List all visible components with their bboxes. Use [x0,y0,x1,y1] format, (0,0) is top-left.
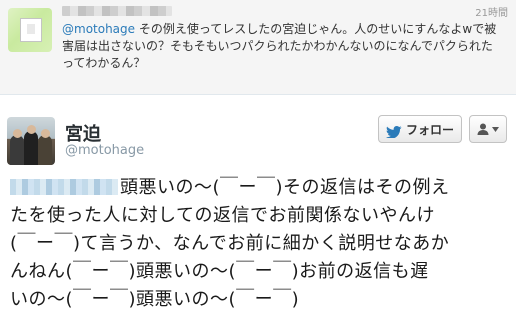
reply-mention-link[interactable]: @motohage [62,22,135,36]
screen-name[interactable]: @motohage [65,143,144,158]
avatar-head [27,125,36,134]
tweet-text: 頭悪いの～(￣ー￣)その返信はその例え たを使った人に対しての返信でお前関係ない… [10,174,510,314]
avatar-head [41,129,50,138]
reply-timestamp[interactable]: 21時間 [475,4,508,19]
caret-down-icon [492,126,499,132]
blurred-mention-link[interactable] [10,179,118,195]
tweet-text-line: んねん(￣ー￣)頭悪いの～(￣ー￣)お前の返信も遅 [10,261,429,282]
avatar-head [13,129,22,138]
twitter-bird-icon [385,123,402,139]
tweet-text-line: (￣ー￣)て言うか、なんでお前に細かく説明せなあか [10,233,450,254]
follow-button[interactable]: フォロー [378,115,462,143]
tweet-text-line: いの～(￣ー￣)頭悪いの～(￣ー￣) [10,289,300,310]
pixelated-avatar-icon[interactable] [8,8,52,52]
reply-tweet[interactable]: 21時間 @motohage その例え使ってレスしたの宮迫じゃん。人のせいにすん… [0,0,516,95]
reply-text: @motohage その例え使ってレスしたの宮迫じゃん。人のせいにすんなよwで被… [62,21,502,72]
blurred-username [62,6,172,16]
follow-button-label: フォロー [405,122,454,137]
tweet-text-line: たを使った人に対しての返信でお前関係ないやんけ [10,205,435,226]
avatar-figure [38,135,52,165]
user-avatar[interactable] [7,117,55,165]
avatar-figure [10,135,24,165]
avatar-figure [24,131,38,165]
tweet-text-line: 頭悪いの～(￣ー￣)その返信はその例え [10,174,510,202]
user-icon [477,123,489,135]
avatar-mosaic [20,18,42,42]
tweet-text-segment: 頭悪いの～(￣ー￣)その返信はその例え [120,177,450,198]
tweet-page: 21時間 @motohage その例え使ってレスしたの宮迫じゃん。人のせいにすん… [0,0,516,322]
user-actions-dropdown[interactable] [469,115,507,143]
